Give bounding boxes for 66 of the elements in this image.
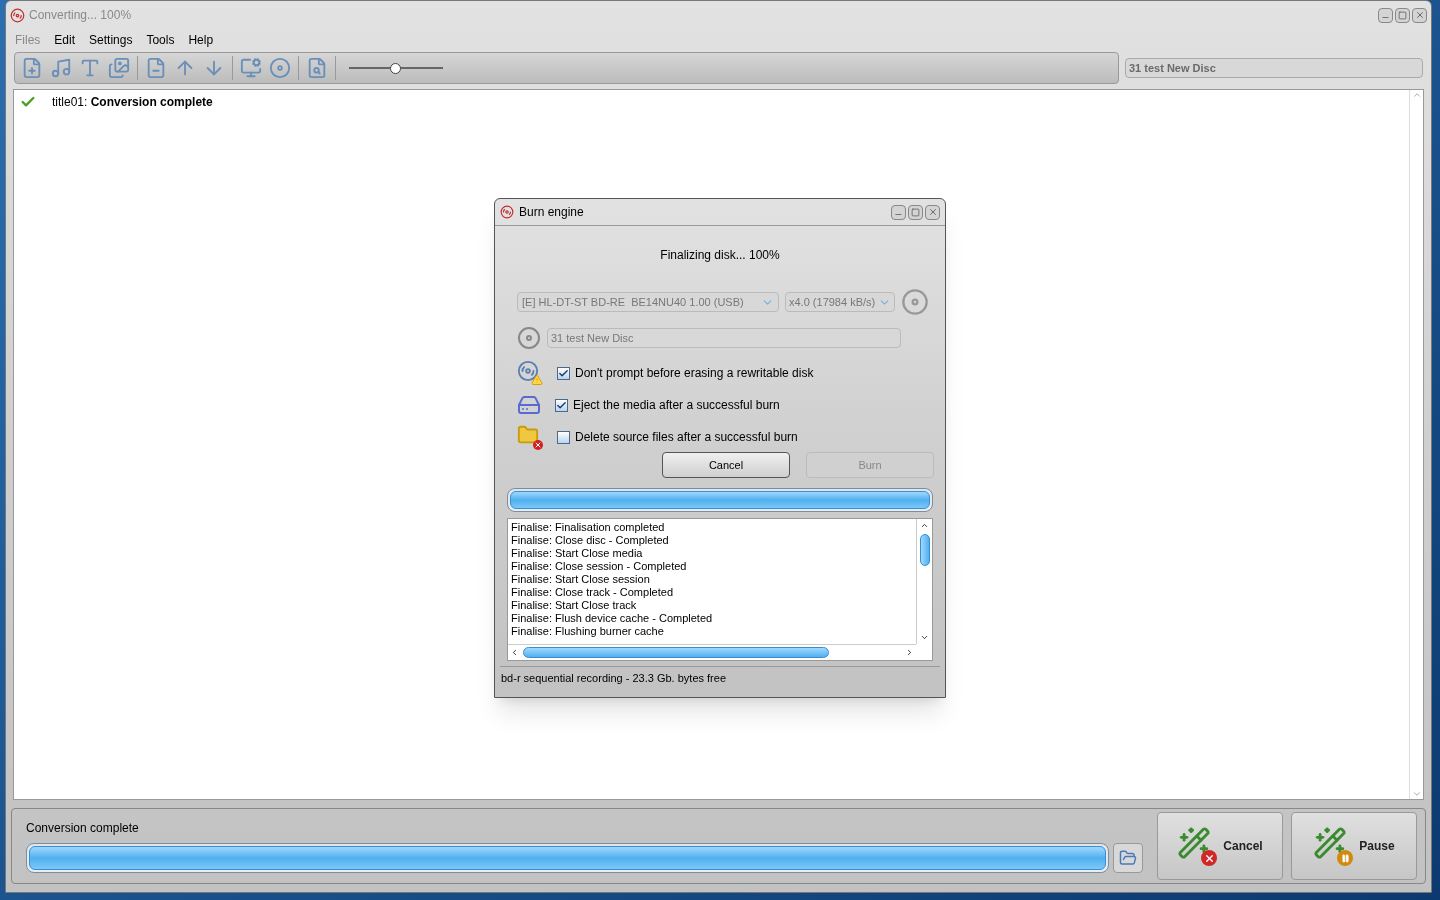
- disc-label-field[interactable]: 31 test New Disc: [1125, 58, 1423, 78]
- slider-thumb[interactable]: [390, 62, 401, 74]
- maximize-icon: [1398, 10, 1407, 20]
- log-vertical-scrollbar[interactable]: [916, 519, 932, 644]
- log-horizontal-scrollbar[interactable]: [508, 644, 916, 660]
- menu-item[interactable]: Settings: [89, 31, 133, 49]
- log-line: Finalise: Start Close session: [511, 573, 651, 586]
- option-label[interactable]: Eject the media after a successful burn: [573, 396, 780, 414]
- app-logo-icon: [10, 7, 25, 23]
- log-line: Finalise: Close session - Completed: [511, 560, 688, 573]
- close-icon: [1414, 10, 1425, 20]
- log-line: Finalise: Flush device cache - Completed: [511, 612, 714, 625]
- scroll-up-icon[interactable]: [920, 521, 929, 530]
- scroll-left-icon[interactable]: [510, 648, 519, 657]
- dialog-status-text: bd-r sequential recording - 23.3 Gb. bytes free: [501, 672, 726, 684]
- minimize-button[interactable]: [891, 204, 906, 220]
- maximize-button[interactable]: [908, 204, 923, 220]
- scroll-thumb[interactable]: [523, 647, 829, 658]
- log-line: Finalise: Flushing burner cache: [511, 625, 665, 638]
- checkbox[interactable]: [557, 430, 570, 444]
- maximize-button[interactable]: [1395, 7, 1410, 23]
- preview-icon[interactable]: [306, 57, 328, 79]
- scroll-thumb[interactable]: [919, 534, 930, 566]
- dialog-title: Burn engine: [519, 204, 584, 221]
- disc-drive-icon: [517, 326, 541, 350]
- close-button[interactable]: [1412, 7, 1427, 23]
- footer-status: Conversion complete: [26, 820, 140, 837]
- remove-file-icon[interactable]: [145, 57, 167, 79]
- menu-item[interactable]: Tools: [146, 31, 175, 49]
- scroll-down-icon[interactable]: [920, 633, 929, 642]
- minimize-button[interactable]: [1378, 7, 1393, 23]
- close-icon: [927, 207, 938, 217]
- app-logo-icon: [500, 205, 514, 219]
- log-line: Finalise: Start Close media: [511, 547, 644, 560]
- window-title: Converting... 100%: [29, 7, 132, 24]
- disc-icon[interactable]: [269, 57, 291, 79]
- pause-button[interactable]: Pause: [1291, 812, 1417, 880]
- monitor-settings-icon[interactable]: [240, 57, 262, 79]
- menu-item[interactable]: Edit: [54, 31, 76, 49]
- cancel-button[interactable]: Cancel: [662, 452, 790, 478]
- close-button[interactable]: [925, 204, 940, 220]
- output-folder-button[interactable]: [1113, 843, 1143, 873]
- wand-pause-icon: [1313, 826, 1354, 866]
- wand-stop-icon: [1177, 826, 1218, 866]
- disc-warning-icon: [517, 360, 543, 386]
- list-item-text[interactable]: title01: Conversion complete: [52, 93, 213, 111]
- log-line: Finalise: Finalisation completed: [511, 521, 666, 534]
- menu-item[interactable]: Help: [188, 31, 214, 49]
- checkbox[interactable]: [555, 398, 568, 412]
- drive-tray-icon: [517, 393, 541, 417]
- log-line: Finalise: Start Close track: [511, 599, 638, 612]
- option-label[interactable]: Don't prompt before erasing a rewritable disk: [575, 364, 814, 382]
- add-image-icon[interactable]: [108, 57, 130, 79]
- cancel-button[interactable]: Cancel: [1157, 812, 1283, 880]
- folder-icon: [1119, 849, 1137, 867]
- add-text-icon[interactable]: [79, 57, 101, 79]
- zoom-slider[interactable]: [349, 61, 443, 75]
- scroll-right-icon[interactable]: [905, 648, 914, 657]
- add-music-icon[interactable]: [50, 57, 72, 79]
- option-label[interactable]: Delete source files after a successful burn: [575, 428, 798, 446]
- maximize-icon: [911, 207, 920, 217]
- burn-status: Finalizing disk... 100%: [660, 247, 780, 264]
- log-line: Finalise: Close track - Completed: [511, 586, 674, 599]
- checkbox[interactable]: [557, 366, 570, 380]
- folder-delete-icon: [517, 424, 543, 450]
- log-line: Finalise: Close disc - Completed: [511, 534, 670, 547]
